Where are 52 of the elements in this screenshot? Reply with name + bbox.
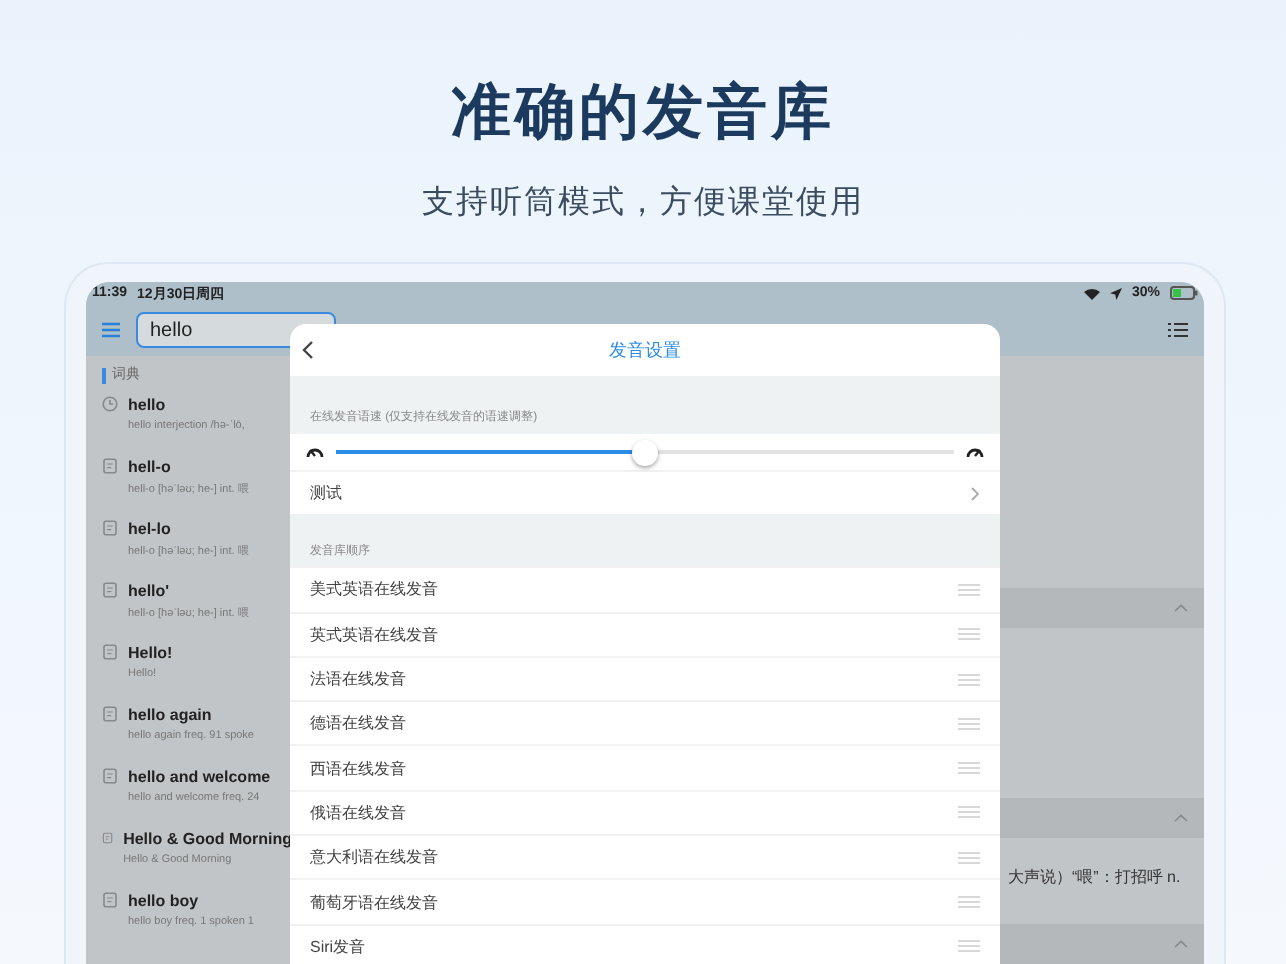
back-icon[interactable] bbox=[302, 340, 314, 360]
chevron-icon bbox=[970, 485, 980, 502]
drag-handle-icon[interactable] bbox=[958, 583, 980, 596]
drag-handle-icon[interactable] bbox=[958, 940, 980, 953]
drag-handle-icon[interactable] bbox=[958, 717, 980, 730]
caret-icon[interactable] bbox=[1174, 814, 1188, 822]
source-label: 葡萄牙语在线发音 bbox=[310, 891, 438, 914]
source-label: 美式英语在线发音 bbox=[310, 578, 438, 601]
fast-speed-icon bbox=[966, 446, 984, 458]
page-subtitle: 支持听筒模式，方便课堂使用 bbox=[422, 183, 864, 224]
entry-word[interactable]: hello and welcome bbox=[128, 768, 271, 786]
drag-handle-icon[interactable] bbox=[958, 673, 980, 686]
source-label: 法语在线发音 bbox=[310, 668, 406, 691]
source-label: 德语在线发音 bbox=[310, 712, 406, 735]
entry-word[interactable]: Hello! bbox=[128, 644, 173, 662]
source-label: 意大利语在线发音 bbox=[310, 846, 438, 869]
caret-icon[interactable] bbox=[1174, 940, 1188, 948]
entry-word[interactable]: hello boy bbox=[128, 892, 254, 910]
source-label: 英式英语在线发音 bbox=[310, 623, 438, 646]
wifi-icon bbox=[1083, 287, 1100, 299]
drag-handle-icon[interactable] bbox=[958, 896, 980, 909]
definition-text: 大声说）“喂”：打招呼 n. bbox=[1008, 866, 1181, 888]
document-icon bbox=[102, 830, 114, 846]
clock-icon bbox=[102, 396, 118, 412]
drag-handle-icon[interactable] bbox=[958, 762, 980, 775]
source-label: 俄语在线发音 bbox=[310, 801, 406, 824]
document-icon bbox=[102, 644, 118, 660]
document-icon bbox=[102, 582, 118, 598]
entry-word[interactable]: hello again bbox=[128, 706, 254, 724]
source-label: Siri发音 bbox=[310, 935, 366, 958]
slow-speed-icon bbox=[306, 446, 324, 458]
drag-handle-icon[interactable] bbox=[958, 806, 980, 819]
drag-handle-icon[interactable] bbox=[958, 628, 980, 641]
dialog-title: 发音设置 bbox=[609, 337, 681, 363]
document-icon bbox=[102, 892, 118, 908]
document-icon bbox=[102, 706, 118, 722]
page-title: 准确的发音库 bbox=[451, 78, 835, 150]
source-label: 西语在线发音 bbox=[310, 757, 406, 780]
entry-word[interactable]: hell-o bbox=[128, 458, 250, 476]
battery-icon bbox=[1170, 286, 1198, 300]
caret-icon[interactable] bbox=[1174, 604, 1188, 612]
entry-word[interactable]: Hello & Good Morning bbox=[123, 830, 292, 848]
list-icon[interactable] bbox=[1168, 322, 1188, 338]
entry-word[interactable]: hello' bbox=[128, 582, 250, 600]
document-icon bbox=[102, 768, 118, 784]
entry-word[interactable]: hel-lo bbox=[128, 520, 250, 538]
entry-word[interactable]: hello bbox=[128, 396, 245, 414]
menu-icon[interactable] bbox=[102, 322, 120, 338]
drag-handle-icon[interactable] bbox=[958, 851, 980, 864]
document-icon bbox=[102, 520, 118, 536]
location-icon bbox=[1109, 287, 1122, 299]
document-icon bbox=[102, 458, 118, 474]
